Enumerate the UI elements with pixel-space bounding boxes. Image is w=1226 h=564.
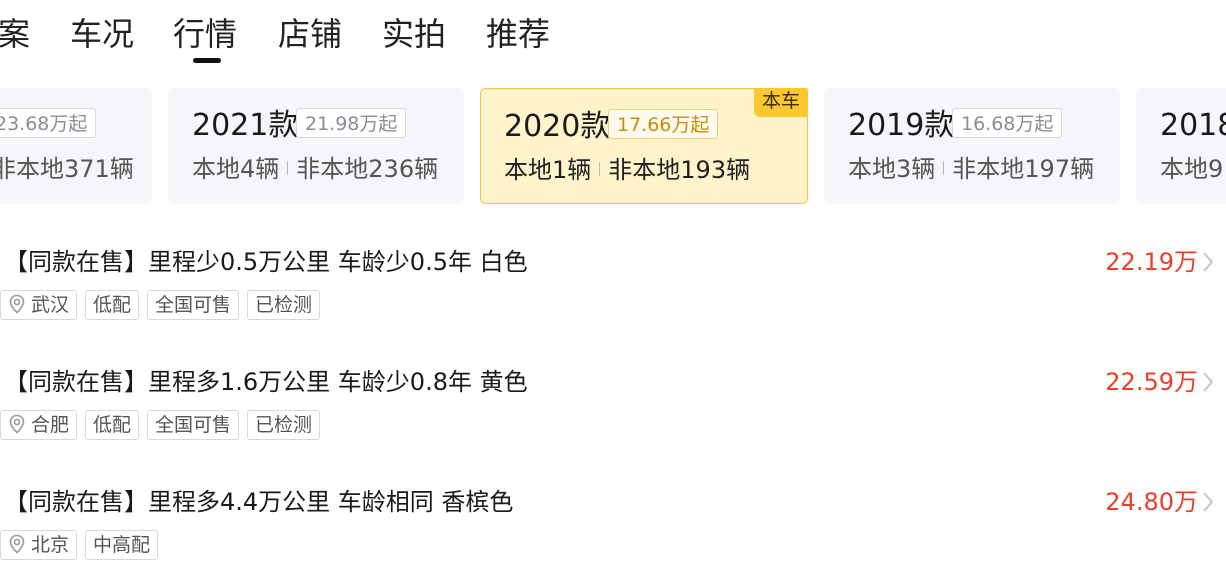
year-card[interactable]: 2018 本地9 [1136, 88, 1226, 204]
tab-condition[interactable]: 车况 [70, 14, 134, 54]
spec-tag: 低配 [85, 410, 140, 440]
year-card-stock: 非本地371辆 [0, 154, 134, 184]
location-pin-icon [9, 294, 25, 314]
year-card-price: 21.98万起 [296, 108, 407, 138]
listing-tags: 武汉 低配 全国可售 已检测 [0, 290, 328, 320]
listing-title[interactable]: 【同款在售】里程少0.5万公里 车龄少0.5年 白色 [4, 245, 528, 279]
local-count: 本地1辆 [504, 156, 592, 184]
local-count: 本地3辆 [848, 155, 936, 183]
local-count: 本地9 [1160, 155, 1224, 183]
nonlocal-count: 非本地371辆 [0, 155, 134, 183]
year-card-stock: 本地3辆 非本地197辆 [848, 154, 1094, 184]
chevron-right-icon[interactable] [1198, 369, 1218, 395]
year-card-price: 17.66万起 [608, 109, 719, 139]
year-card-year: 2019款 [848, 108, 955, 143]
year-card[interactable]: 2019款 16.68万起 本地3辆 非本地197辆 [824, 88, 1120, 204]
local-count: 本地4辆 [192, 155, 280, 183]
listing-item[interactable]: 【同款在售】里程多1.6万公里 车龄少0.8年 黄色 22.59万 合肥 低配 全国… [0, 365, 1226, 465]
tab-shop[interactable]: 店铺 [278, 14, 342, 54]
chevron-right-icon[interactable] [1198, 489, 1218, 515]
year-card-price: 16.68万起 [952, 108, 1063, 138]
location-text: 北京 [31, 534, 70, 556]
tab-recommend[interactable]: 推荐 [486, 14, 550, 54]
listing-title[interactable]: 【同款在售】里程多4.4万公里 车龄相同 香槟色 [4, 485, 513, 519]
listing-tags: 合肥 低配 全国可售 已检测 [0, 410, 328, 440]
year-card[interactable]: 2021款 21.98万起 本地4辆 非本地236辆 [168, 88, 464, 204]
current-car-badge: 本车 [753, 88, 808, 117]
nonlocal-count: 非本地197辆 [952, 155, 1095, 183]
year-card-stock: 本地4辆 非本地236辆 [192, 154, 438, 184]
separator [943, 161, 945, 175]
tab-bar: 案 车况 行情 店铺 实拍 推荐 [0, 0, 1226, 70]
listing-title[interactable]: 【同款在售】里程多1.6万公里 车龄少0.8年 黄色 [4, 365, 528, 399]
active-tab-indicator [193, 58, 221, 63]
sale-scope-tag: 全国可售 [147, 290, 240, 320]
listing-tags: 北京 中高配 [0, 530, 166, 560]
spec-tag: 低配 [85, 290, 140, 320]
year-card-year: 2018 [1160, 108, 1226, 143]
separator [599, 162, 601, 176]
location-pin-icon [9, 414, 25, 434]
location-tag: 合肥 [0, 410, 78, 440]
inspected-tag: 已检测 [247, 290, 321, 320]
separator [287, 161, 289, 175]
location-tag: 武汉 [0, 290, 78, 320]
listing-price: 22.59万 [1105, 368, 1198, 396]
listing-price: 24.80万 [1105, 488, 1198, 516]
year-card[interactable]: 23.68万起 非本地371辆 [0, 88, 152, 204]
tab-photos[interactable]: 实拍 [382, 14, 446, 54]
location-tag: 北京 [0, 530, 78, 560]
location-text: 武汉 [31, 294, 70, 316]
year-card-carousel[interactable]: 23.68万起 非本地371辆 2021款 21.98万起 本地4辆 非本地236… [0, 88, 1226, 204]
tab-market[interactable]: 行情 [173, 14, 237, 54]
location-pin-icon [9, 534, 25, 554]
location-text: 合肥 [31, 414, 70, 436]
year-card-price: 23.68万起 [0, 108, 97, 138]
nonlocal-count: 非本地236辆 [296, 155, 439, 183]
sale-scope-tag: 全国可售 [147, 410, 240, 440]
listing-price: 22.19万 [1105, 248, 1198, 276]
year-card-year: 2020款 [504, 109, 611, 144]
listing-item[interactable]: 【同款在售】里程少0.5万公里 车龄少0.5年 白色 22.19万 武汉 低配 全国… [0, 245, 1226, 345]
nonlocal-count: 非本地193辆 [608, 156, 751, 184]
year-card-stock: 本地9 [1160, 154, 1223, 184]
tab-archive[interactable]: 案 [0, 14, 30, 54]
year-card-stock: 本地1辆 非本地193辆 [504, 155, 750, 185]
year-card-selected[interactable]: 2020款 17.66万起 本地1辆 非本地193辆 本车 [480, 88, 808, 204]
year-card-year: 2021款 [192, 108, 299, 143]
chevron-right-icon[interactable] [1198, 249, 1218, 275]
spec-tag: 中高配 [85, 530, 159, 560]
inspected-tag: 已检测 [247, 410, 321, 440]
listing-item[interactable]: 【同款在售】里程多4.4万公里 车龄相同 香槟色 24.80万 北京 中高配 [0, 485, 1226, 564]
